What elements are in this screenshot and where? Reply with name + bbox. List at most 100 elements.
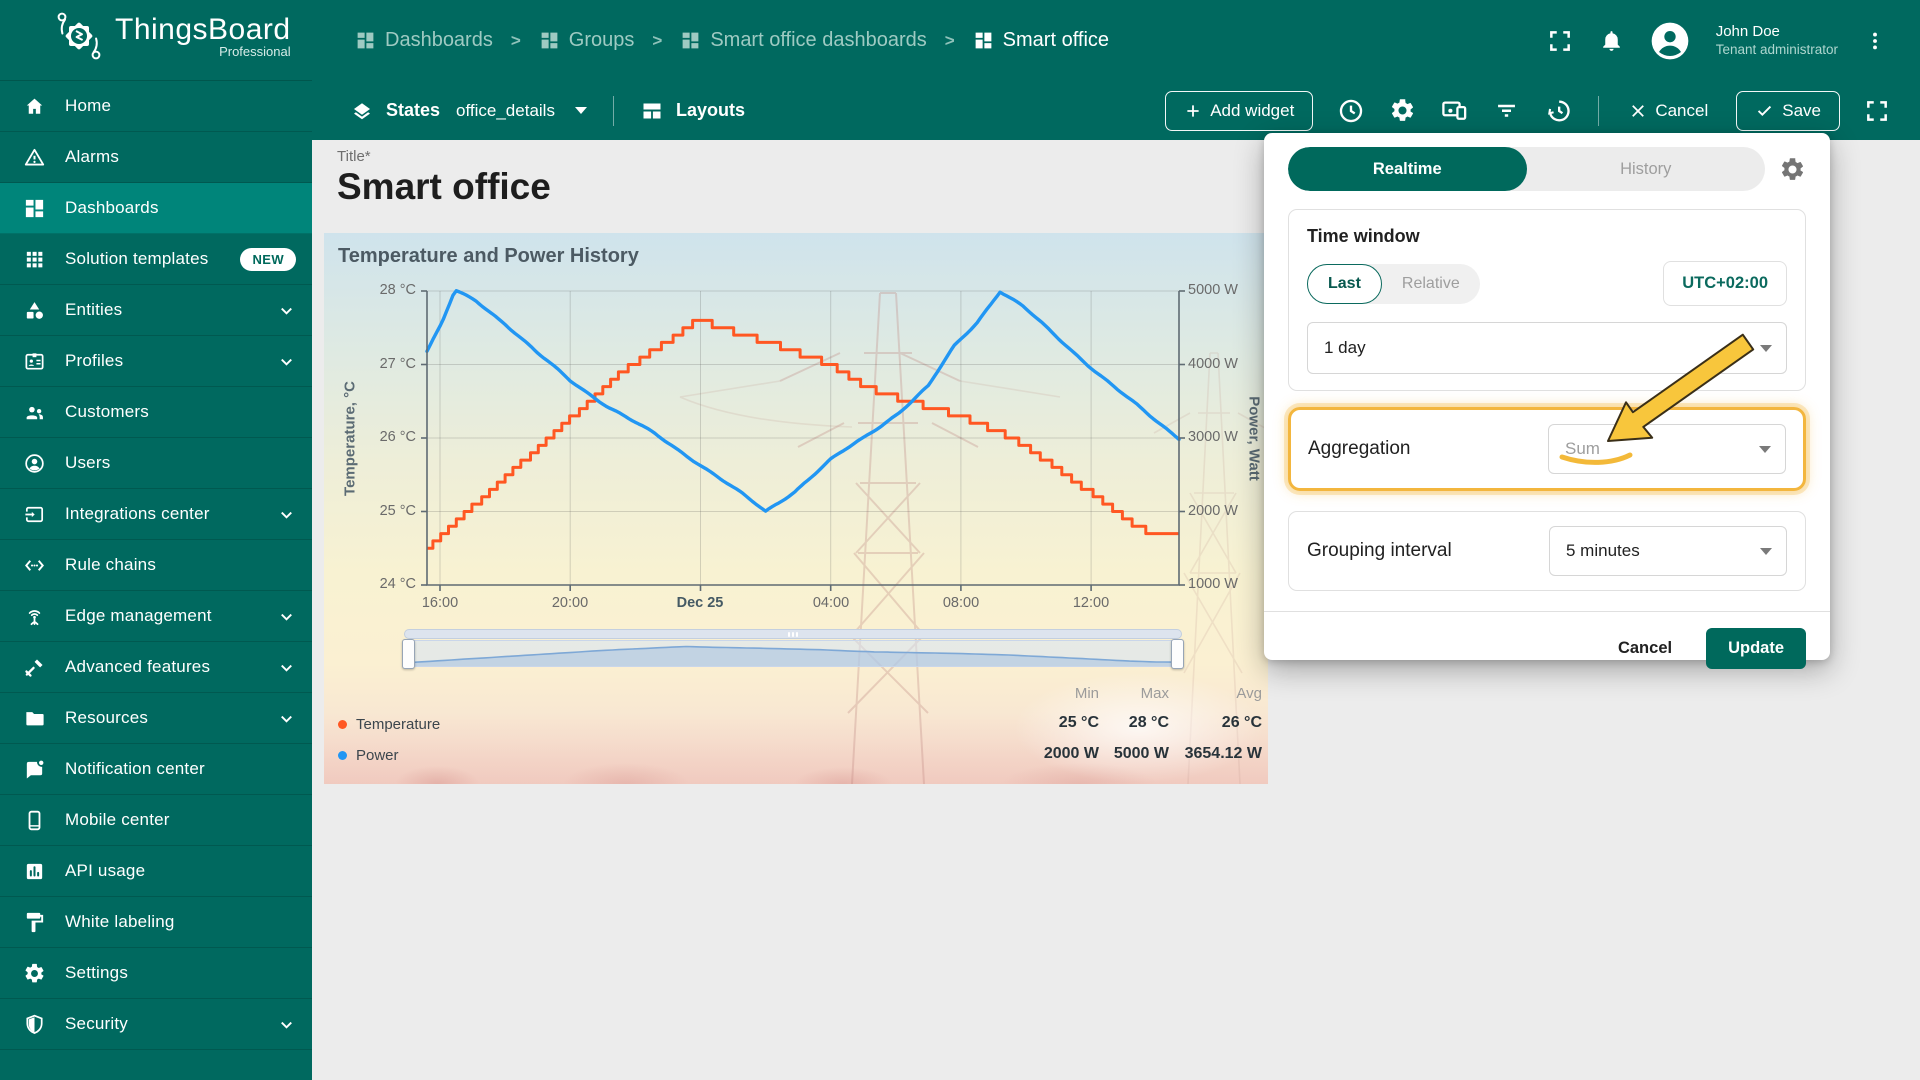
cancel-button[interactable]: Cancel (1625, 95, 1712, 127)
save-button[interactable]: Save (1736, 90, 1840, 131)
sidebar-item-dashboards[interactable]: Dashboards (0, 183, 312, 234)
sidebar-item-customers[interactable]: Customers (0, 387, 312, 438)
chart-widget[interactable]: Temperature and Power History Temperatur… (324, 233, 1268, 784)
sidebar-item-mobile-center[interactable]: Mobile center (0, 795, 312, 846)
check-icon (1758, 105, 1772, 117)
realtime-history-toggle: Realtime History (1288, 147, 1765, 191)
logo-title: ThingsBoard (115, 12, 291, 46)
tab-realtime[interactable]: Realtime (1288, 147, 1527, 191)
rule-chains-icon (25, 559, 44, 571)
user-avatar[interactable] (1650, 21, 1690, 61)
advanced-features-icon (25, 658, 43, 677)
power-avg: 3654.12 W (1184, 745, 1262, 762)
sidebar-item-solution-templates[interactable]: Solution templates NEW (0, 234, 312, 285)
dashboard-title[interactable]: Smart office (337, 166, 551, 208)
history-icon (1548, 99, 1571, 121)
scrollbar-grip-icon[interactable] (788, 632, 798, 637)
states-value: office_details (456, 100, 555, 120)
devices-icon (1442, 101, 1467, 120)
title-field-label: Title* (337, 148, 371, 165)
sidebar-item-security[interactable]: Security (0, 999, 312, 1050)
fullscreen-button[interactable] (1547, 28, 1573, 54)
breadcrumb-smart-office: Smart office (973, 29, 1109, 52)
profiles-icon (25, 352, 44, 370)
breadcrumb-separator: > (510, 30, 521, 50)
fullscreen-icon (1549, 30, 1570, 51)
dashboard-grid-icon (682, 32, 699, 49)
time-range-selector[interactable] (402, 639, 1184, 669)
sidebar-item-advanced-features[interactable]: Advanced features (0, 642, 312, 693)
sidebar-item-home[interactable]: Home (0, 81, 312, 132)
range-handle-left[interactable] (402, 639, 415, 669)
white-labeling-icon (26, 912, 44, 932)
filter-button[interactable] (1493, 97, 1520, 124)
interval-select[interactable]: 1 day (1307, 322, 1787, 374)
bell-icon (1602, 31, 1620, 51)
logo-subtitle: Professional (219, 43, 291, 59)
thingsboard-logo[interactable]: ThingsBoard Professional (55, 10, 291, 62)
sidebar-item-notification-center[interactable]: Notification center (0, 744, 312, 795)
dashboards-icon (25, 199, 44, 217)
clock-icon (1340, 99, 1363, 122)
filter-icon (1498, 104, 1516, 117)
sidebar-item-entities[interactable]: Entities (0, 285, 312, 336)
security-shield-icon (26, 1014, 43, 1034)
last-relative-toggle: Last Relative (1307, 263, 1480, 304)
breadcrumb-smart-office-dashboards[interactable]: Smart office dashboards (680, 29, 927, 52)
breadcrumb-groups[interactable]: Groups (539, 29, 634, 52)
app-window: ThingsBoard Professional Dashboards > Gr… (0, 0, 1920, 1080)
chevron-down-icon (281, 613, 292, 621)
breadcrumb-separator: > (944, 30, 955, 50)
sidebar-item-rule-chains[interactable]: Rule chains (0, 540, 312, 591)
sidebar-item-alarms[interactable]: Alarms (0, 132, 312, 183)
time-scrollbar[interactable] (404, 629, 1182, 639)
gear-icon (1781, 157, 1804, 180)
states-layers-icon (354, 102, 370, 119)
toggle-relative[interactable]: Relative (1382, 264, 1480, 304)
api-usage-icon (26, 863, 43, 879)
aggregation-select[interactable]: Sum (1548, 424, 1786, 474)
timezone-button[interactable]: UTC+02:00 (1663, 261, 1787, 306)
sidebar-item-profiles[interactable]: Profiles (0, 336, 312, 387)
time-window-settings-button[interactable] (1779, 156, 1806, 183)
legend-item-power[interactable]: Power (338, 747, 399, 764)
entities-icon (26, 301, 43, 319)
sidebar-item-edge-management[interactable]: Edge management (0, 591, 312, 642)
popup-cancel-button[interactable]: Cancel (1612, 638, 1678, 659)
range-handle-right[interactable] (1171, 639, 1184, 669)
dashboard-grid-icon (541, 32, 558, 49)
sidebar-item-users[interactable]: Users (0, 438, 312, 489)
add-widget-button[interactable]: Add widget (1165, 90, 1314, 131)
version-history-button[interactable] (1544, 97, 1572, 125)
more-menu-button[interactable] (1864, 30, 1886, 52)
fullscreen-icon (1867, 100, 1887, 121)
resources-folder-icon (26, 711, 44, 725)
entity-aliases-button[interactable] (1440, 96, 1469, 125)
grouping-interval-select[interactable]: 5 minutes (1549, 526, 1787, 576)
toolbar-actions: Add widget Cancel Save (1165, 90, 1890, 131)
dashboard-settings-button[interactable] (1389, 97, 1416, 124)
dashboard-grid-icon (975, 32, 992, 49)
dashboard-fullscreen-button[interactable] (1864, 98, 1890, 124)
home-icon (26, 98, 43, 114)
update-button[interactable]: Update (1706, 628, 1806, 669)
time-window-button[interactable] (1337, 97, 1365, 125)
sidebar-item-settings[interactable]: Settings (0, 948, 312, 999)
toggle-last[interactable]: Last (1307, 263, 1382, 304)
sidebar-item-resources[interactable]: Resources (0, 693, 312, 744)
aggregation-row-highlighted: Aggregation Sum (1288, 407, 1806, 491)
dropdown-caret-icon (1760, 548, 1772, 555)
legend-item-temperature[interactable]: Temperature (338, 716, 440, 733)
tab-history[interactable]: History (1527, 147, 1766, 191)
user-role: Tenant administrator (1715, 41, 1838, 57)
sidebar-item-integrations-center[interactable]: Integrations center (0, 489, 312, 540)
breadcrumb-dashboards[interactable]: Dashboards (355, 29, 493, 52)
layouts-button[interactable]: Layouts (640, 99, 745, 123)
sidebar-item-api-usage[interactable]: API usage (0, 846, 312, 897)
notifications-button[interactable] (1599, 28, 1624, 53)
breadcrumb: Dashboards > Groups > Smart office dashb… (355, 0, 1109, 81)
user-info[interactable]: John Doe Tenant administrator (1716, 23, 1838, 59)
sidebar-item-white-labeling[interactable]: White labeling (0, 897, 312, 948)
states-selector[interactable]: States office_details (350, 99, 587, 123)
kebab-menu-icon (1873, 32, 1877, 49)
